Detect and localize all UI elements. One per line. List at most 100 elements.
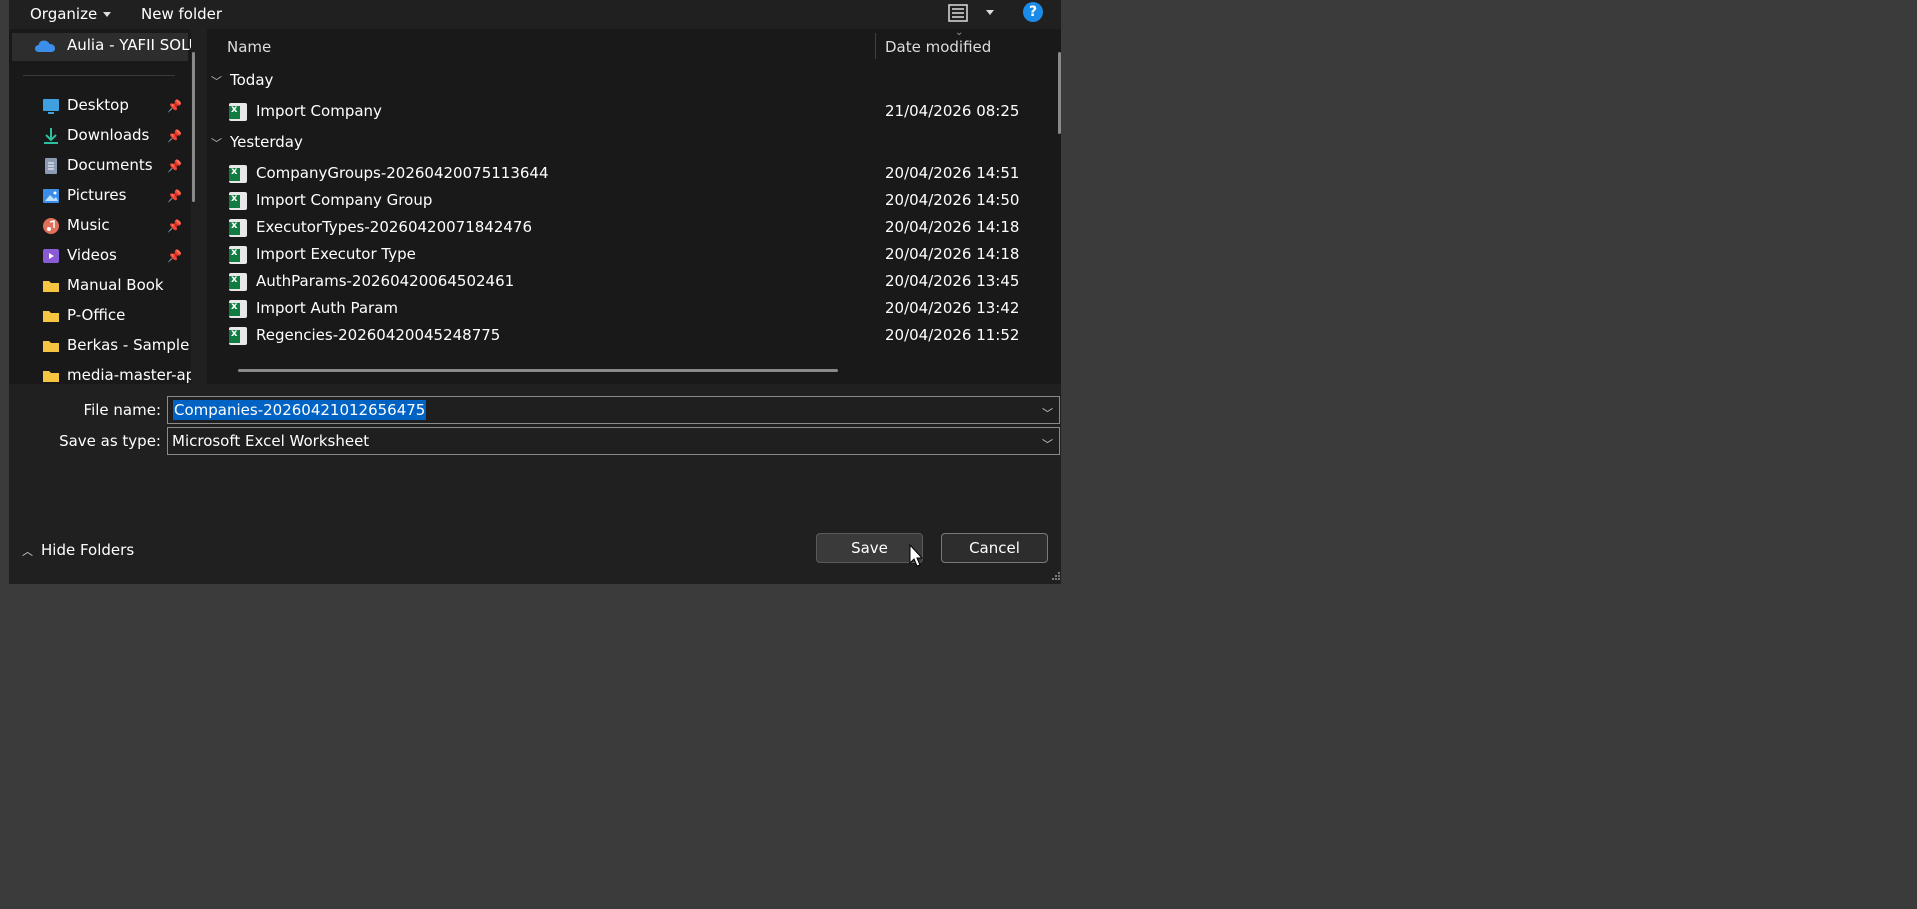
file-name-input[interactable]: Companies-20260421012656475 ﹀ [167, 396, 1060, 424]
column-separator[interactable] [875, 33, 876, 59]
new-folder-button[interactable]: New folder [141, 2, 222, 26]
nav-item-label: Pictures [67, 186, 127, 204]
documents-icon [45, 158, 57, 174]
chevron-down-icon: ﹀ [211, 75, 222, 88]
column-header-date-modified[interactable]: Date modified [885, 29, 991, 65]
download-icon [44, 128, 58, 144]
file-date: 21/04/2026 08:25 [885, 102, 1020, 120]
file-name: Import Company Group [256, 191, 433, 209]
view-options-chevron-icon[interactable] [986, 10, 994, 15]
file-list: Name ⌄ Date modified ﹀Today Import Compa… [207, 29, 1033, 384]
table-row[interactable]: Import Company 21/04/2026 08:25 [207, 99, 1033, 126]
navigation-pane: Aulia - YAFII SOLU Desktop 📌 Downloads 📌… [9, 29, 191, 384]
nav-item-label: Berkas - Sample F [67, 336, 191, 354]
chevron-down-icon[interactable]: ﹀ [1042, 436, 1053, 452]
list-scroll-track [1033, 29, 1061, 384]
chevron-down-icon [103, 12, 112, 17]
nav-item-pictures[interactable]: Pictures 📌 [9, 182, 189, 210]
table-row[interactable]: Import Auth Param 20/04/2026 13:42 [207, 296, 1033, 323]
nav-scrollbar[interactable] [192, 52, 195, 202]
pin-icon: 📌 [167, 189, 182, 203]
excel-file-icon [229, 192, 247, 210]
column-header-name[interactable]: Name [227, 29, 271, 65]
help-icon[interactable]: ? [1023, 2, 1043, 22]
file-date: 20/04/2026 13:42 [885, 299, 1020, 317]
chevron-up-icon: ︿ [22, 545, 33, 558]
nav-item-onedrive[interactable]: Aulia - YAFII SOLU [12, 33, 191, 61]
table-row[interactable]: Import Executor Type 20/04/2026 14:18 [207, 242, 1033, 269]
resize-grip-icon[interactable] [1051, 571, 1061, 581]
file-name-label: File name: [83, 401, 161, 419]
nav-item-manual-book[interactable]: Manual Book [9, 272, 189, 300]
folder-icon [43, 311, 59, 322]
nav-item-videos[interactable]: Videos 📌 [9, 242, 189, 270]
excel-file-icon [229, 273, 247, 291]
file-name: Import Executor Type [256, 245, 416, 263]
folder-icon [43, 341, 59, 352]
file-date: 20/04/2026 13:45 [885, 272, 1020, 290]
pin-icon: 📌 [167, 129, 182, 143]
file-name: Import Auth Param [256, 299, 399, 317]
group-label: Today [230, 71, 274, 89]
vertical-scrollbar[interactable] [1058, 52, 1061, 134]
music-icon [43, 218, 59, 234]
pin-icon: 📌 [167, 249, 182, 263]
nav-item-label: Videos [67, 246, 117, 264]
list-view-icon[interactable] [946, 2, 970, 24]
hide-folders-button[interactable]: ︿ Hide Folders [22, 541, 134, 559]
group-header-today[interactable]: ﹀ Today [211, 71, 273, 95]
cancel-button[interactable]: Cancel [941, 533, 1048, 563]
nav-item-music[interactable]: Music 📌 [9, 212, 189, 240]
save-type-value: Microsoft Excel Worksheet [172, 432, 370, 450]
folder-icon [43, 371, 59, 382]
folder-icon [43, 281, 59, 292]
save-type-label: Save as type: [59, 432, 161, 450]
nav-item-label: P-Office [67, 306, 126, 324]
group-header-yesterday[interactable]: ﹀ Yesterday [211, 133, 303, 157]
chevron-down-icon[interactable]: ﹀ [1042, 405, 1053, 421]
excel-file-icon [229, 103, 247, 121]
nav-item-label: media-master-ap [67, 366, 191, 384]
save-type-select[interactable]: Microsoft Excel Worksheet ﹀ [167, 427, 1060, 455]
pin-icon: 📌 [167, 159, 182, 173]
file-date: 20/04/2026 14:18 [885, 218, 1020, 236]
excel-file-icon [229, 327, 247, 345]
save-as-dialog: Organize New folder ? Aulia - YAFII SOLU… [8, 0, 1062, 584]
nav-item-label: Downloads [67, 126, 150, 144]
table-row[interactable]: Regencies-20260420045248775 20/04/2026 1… [207, 323, 1033, 350]
excel-file-icon [229, 300, 247, 318]
mouse-cursor-icon [909, 544, 923, 567]
save-button[interactable]: Save [816, 533, 923, 563]
table-row[interactable]: CompanyGroups-20260420075113644 20/04/20… [207, 161, 1033, 188]
nav-item-downloads[interactable]: Downloads 📌 [9, 122, 189, 150]
organize-label: Organize [30, 5, 98, 23]
nav-item-desktop[interactable]: Desktop 📌 [9, 92, 189, 120]
file-date: 20/04/2026 14:18 [885, 245, 1020, 263]
nav-item-documents[interactable]: Documents 📌 [9, 152, 189, 180]
excel-file-icon [229, 246, 247, 264]
table-row[interactable]: Import Company Group 20/04/2026 14:50 [207, 188, 1033, 215]
desktop-icon [43, 99, 59, 114]
nav-item-berkas[interactable]: Berkas - Sample F [9, 332, 191, 360]
table-row[interactable]: ExecutorTypes-20260420071842476 20/04/20… [207, 215, 1033, 242]
file-name: AuthParams-20260420064502461 [256, 272, 515, 290]
file-name: ExecutorTypes-20260420071842476 [256, 218, 533, 236]
excel-file-icon [229, 219, 247, 237]
nav-item-media-master[interactable]: media-master-ap [9, 362, 191, 384]
hide-folders-label: Hide Folders [41, 541, 135, 559]
file-name: Regencies-20260420045248775 [256, 326, 501, 344]
file-name: CompanyGroups-20260420075113644 [256, 164, 549, 182]
table-row[interactable]: AuthParams-20260420064502461 20/04/2026 … [207, 269, 1033, 296]
nav-divider [23, 75, 175, 76]
file-date: 20/04/2026 14:50 [885, 191, 1020, 209]
organize-button[interactable]: Organize [30, 2, 112, 26]
nav-item-label: Documents [67, 156, 153, 174]
pictures-icon [43, 189, 59, 203]
nav-item-label: Desktop [67, 96, 129, 114]
file-date: 20/04/2026 11:52 [885, 326, 1020, 344]
excel-file-icon [229, 165, 247, 183]
nav-item-p-office[interactable]: P-Office [9, 302, 189, 330]
videos-icon [43, 249, 59, 263]
nav-cloud-label: Aulia - YAFII SOLU [67, 36, 191, 54]
horizontal-scrollbar[interactable] [238, 369, 838, 372]
